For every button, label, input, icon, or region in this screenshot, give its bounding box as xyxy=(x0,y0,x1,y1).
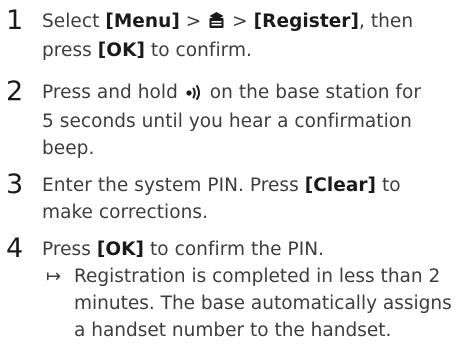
step-text: Press [OK] to confirm the PIN. xyxy=(42,239,325,260)
ok-key-label: [OK] xyxy=(97,40,145,61)
menu-key-label: [Menu] xyxy=(105,11,180,32)
step-text: Enter the system PIN. Press [Clear] to m… xyxy=(42,175,401,223)
clear-key-label: [Clear] xyxy=(304,175,377,196)
step-number: 1 xyxy=(6,5,24,36)
step-number: 2 xyxy=(6,76,24,107)
page-icon xyxy=(185,81,203,108)
result-arrow-icon: ↦ xyxy=(46,266,62,287)
ok-key-label: [OK] xyxy=(96,239,145,260)
step-text: Select [Menu] > > [Register], then press… xyxy=(42,10,414,61)
step-text: Press and hold on the base station for 5… xyxy=(42,81,422,159)
step-number: 3 xyxy=(6,169,24,200)
result-text: Registration is completed in less than 2… xyxy=(74,266,452,341)
register-key-label: [Register] xyxy=(253,11,359,32)
menu-book-icon xyxy=(208,10,225,37)
step-number: 4 xyxy=(6,233,24,264)
